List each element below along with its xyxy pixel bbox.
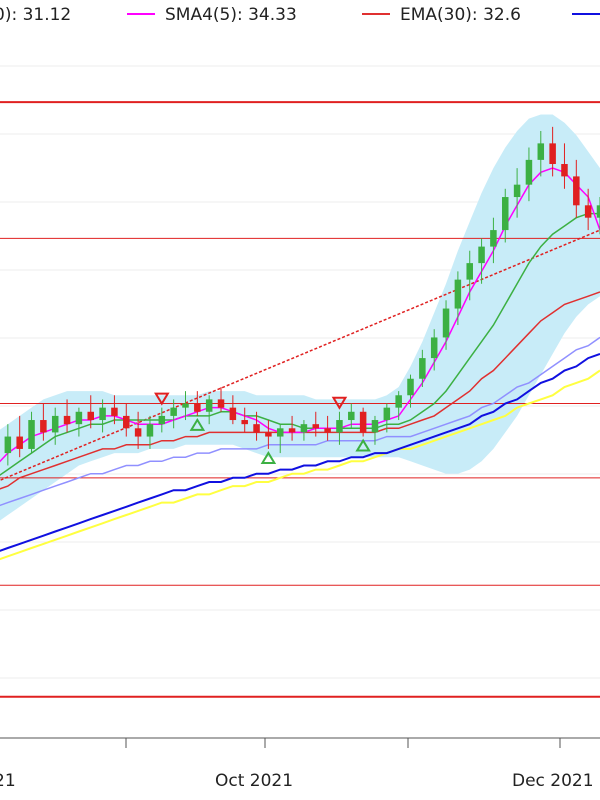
candle-body xyxy=(442,308,450,338)
candle-body xyxy=(383,407,391,421)
candle-body xyxy=(288,428,296,433)
candle-body xyxy=(537,143,545,160)
candle-body xyxy=(111,407,118,416)
candle-body xyxy=(63,415,71,425)
candle-body xyxy=(525,159,533,185)
legend-label-ema30: EMA(30): 32.6 xyxy=(400,5,521,25)
candle-body xyxy=(312,424,320,429)
candle-body xyxy=(478,246,485,264)
candle-body xyxy=(561,164,568,177)
candle-body xyxy=(336,420,343,433)
candle-body xyxy=(134,428,142,437)
candle-body xyxy=(359,411,367,433)
candle-body xyxy=(573,176,580,206)
candle-body xyxy=(158,415,166,425)
candle-body xyxy=(454,279,462,309)
candle-body xyxy=(265,432,272,437)
candle-body xyxy=(324,428,331,433)
legend-label-sma-short: 0): 31.12 xyxy=(0,5,72,25)
candle-body xyxy=(419,358,426,379)
candle-body xyxy=(407,378,414,396)
candle-body xyxy=(28,420,35,449)
candle-body xyxy=(501,197,509,231)
candle-body xyxy=(395,395,402,408)
candle-body xyxy=(146,424,154,437)
candle-body xyxy=(371,420,379,433)
legend-swatch-sma4 xyxy=(127,13,155,15)
candle-body xyxy=(16,436,23,449)
candle-body xyxy=(241,420,248,425)
candle-body xyxy=(513,184,521,198)
candle-body xyxy=(217,399,225,408)
legend-swatch-ema30 xyxy=(362,13,390,15)
candle-body xyxy=(229,407,237,421)
candle-body xyxy=(466,263,473,280)
x-axis-tick-label: 21 xyxy=(0,771,16,791)
candle-body xyxy=(194,403,201,412)
x-axis-tick-label: Dec 2021 xyxy=(512,771,594,791)
candle-body xyxy=(348,411,355,421)
legend-item-sma4: SMA4(5): 34.33 xyxy=(127,5,297,25)
candle-body xyxy=(490,230,497,247)
candle-body xyxy=(253,424,260,433)
candle-body xyxy=(549,143,556,165)
candle-body xyxy=(87,411,95,421)
legend-swatch-slow-ma xyxy=(572,13,600,15)
bollinger-band xyxy=(0,114,600,521)
stock-chart: 21 Oct 2021 Dec 2021 xyxy=(0,65,600,791)
x-axis-tick-label: Oct 2021 xyxy=(215,771,293,791)
candle-body xyxy=(123,415,130,429)
legend-item-slow-ma xyxy=(572,5,600,25)
candle-body xyxy=(430,337,438,359)
candle-body xyxy=(51,415,59,433)
candle-body xyxy=(300,424,308,433)
candle-body xyxy=(75,411,83,425)
candle-body xyxy=(4,436,12,454)
candle-body xyxy=(40,420,47,433)
candle-body xyxy=(182,403,189,408)
legend-item-ema30: EMA(30): 32.6 xyxy=(362,5,521,25)
legend-item-sma-short: 0): 31.12 xyxy=(0,5,71,25)
candle-body xyxy=(584,205,592,218)
candle-body xyxy=(170,407,177,416)
candle-body xyxy=(205,399,213,412)
legend-label-sma4: SMA4(5): 34.33 xyxy=(165,5,297,25)
candle-body xyxy=(99,407,106,421)
legend: 0): 31.12 SMA4(5): 34.33 EMA(30): 32.6 xyxy=(0,0,600,40)
candle-body xyxy=(276,428,284,437)
